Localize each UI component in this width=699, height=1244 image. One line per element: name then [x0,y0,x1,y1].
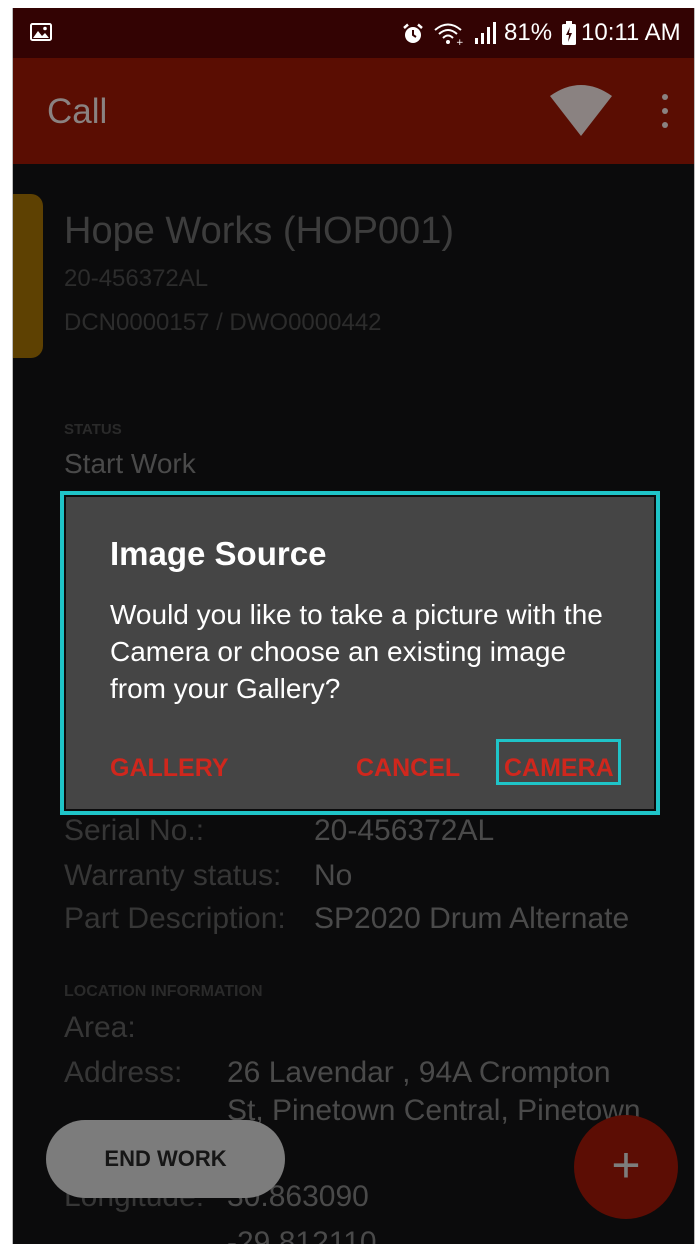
area-key: Area: [64,1011,136,1044]
address-line-1: 26 Lavendar , 94A Crompton [227,1056,611,1089]
wifi-icon[interactable] [550,84,612,136]
wifi-icon: + [434,23,463,45]
add-fab-button[interactable]: + [574,1115,678,1219]
latitude-value: -29.812110 [227,1226,377,1244]
detail-value: SP2020 Drum Alternate [314,902,630,935]
app-bar: Call [13,58,694,164]
location-label: LOCATION INFORMATION [64,983,263,1000]
detail-value: No [314,859,353,892]
detail-key: Warranty status: [64,859,282,892]
svg-text:+: + [456,38,463,45]
phone-screen: + 81% 10:11 AM Call Hope Works (HOP001) … [12,8,695,1244]
page-title: Call [47,92,108,131]
battery-icon [562,21,576,45]
signal-icon [475,22,496,44]
plus-icon: + [611,1137,641,1193]
detail-value: 20-456372AL [314,814,495,847]
call-references: DCN0000157 / DWO0000442 [64,309,382,336]
camera-highlight-box [496,739,621,785]
status-value: Start Work [64,448,196,479]
detail-key: Part Description: [64,902,286,935]
status-bar: + 81% 10:11 AM [13,8,694,58]
call-serial: 20-456372AL [64,265,209,292]
image-notification-icon [30,23,52,41]
address-key: Address: [64,1056,183,1089]
more-vert-icon[interactable] [653,92,677,132]
priority-accent [13,194,43,358]
battery-percent: 81% [504,19,553,46]
status-label: STATUS [64,421,122,438]
alarm-icon [403,23,423,43]
clock: 10:11 AM [581,19,681,46]
end-work-button[interactable]: END WORK [46,1120,285,1198]
customer-name: Hope Works (HOP001) [64,210,454,252]
detail-key: Serial No.: [64,814,205,847]
